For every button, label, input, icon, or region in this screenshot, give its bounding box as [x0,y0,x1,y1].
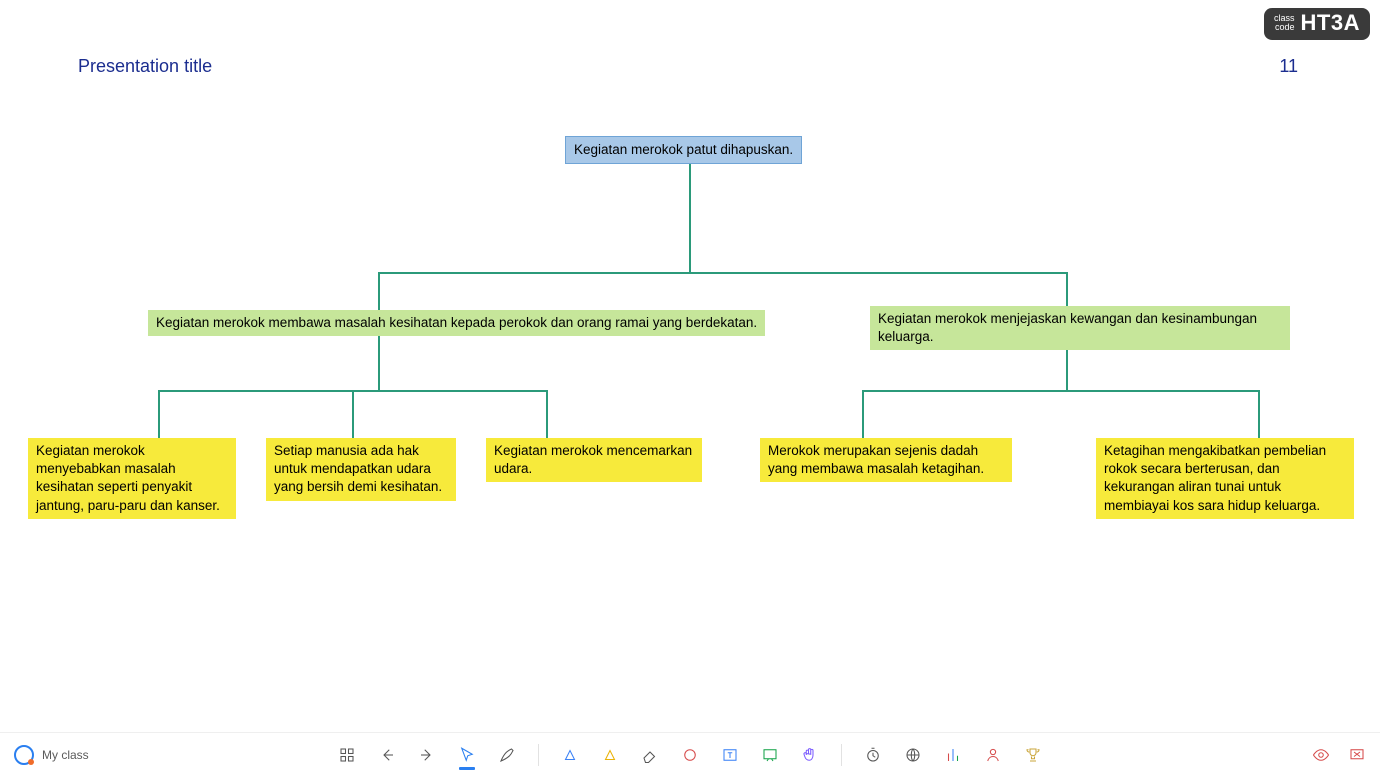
arrow-right-icon[interactable] [418,746,436,764]
separator [538,744,539,766]
node-leaf-2-1[interactable]: Merokok merupakan sejenis dadah yang mem… [760,438,1012,482]
highlighter-yellow-icon[interactable] [601,746,619,764]
connector [378,272,380,310]
separator [841,744,842,766]
connector [862,390,864,438]
node-leaf-2-2[interactable]: Ketagihan mengakibatkan pembelian rokok … [1096,438,1354,519]
canvas: Presentation title 11 class code HT3A Ke… [0,0,1380,776]
highlighter-blue-icon[interactable] [561,746,579,764]
class-code-badge[interactable]: class code HT3A [1264,8,1370,40]
connector [1258,390,1260,438]
text-box-icon[interactable] [721,746,739,764]
grid-icon[interactable] [338,746,356,764]
toolbar-center [338,744,1042,766]
class-code-value: HT3A [1301,12,1360,34]
timer-icon[interactable] [864,746,882,764]
globe-icon[interactable] [904,746,922,764]
shape-circle-icon[interactable] [681,746,699,764]
user-icon[interactable] [984,746,1002,764]
node-branch-2[interactable]: Kegiatan merokok menjejaskan kewangan da… [870,306,1290,350]
connector [158,390,160,438]
trophy-icon[interactable] [1024,746,1042,764]
node-leaf-1-1[interactable]: Kegiatan merokok menyebabkan masalah kes… [28,438,236,519]
class-code-label: class code [1274,14,1295,33]
eraser-icon[interactable] [641,746,659,764]
end-presentation-icon[interactable] [1348,746,1366,764]
presentation-title: Presentation title [78,56,212,77]
node-leaf-1-2[interactable]: Setiap manusia ada hak untuk mendapatkan… [266,438,456,501]
toolbar-right [1312,746,1366,764]
page-number: 11 [1279,56,1298,77]
pointer-icon[interactable] [458,746,476,764]
brand-logo-icon [14,745,34,765]
bottom-toolbar: My class [0,732,1380,776]
poll-icon[interactable] [944,746,962,764]
connector [352,390,354,438]
connector [1066,272,1068,310]
node-root[interactable]: Kegiatan merokok patut dihapuskan. [565,136,802,164]
brand[interactable]: My class [14,745,89,765]
connector [689,160,691,272]
hand-icon[interactable] [801,746,819,764]
brand-label: My class [42,748,89,762]
connector [546,390,548,438]
whiteboard-icon[interactable] [761,746,779,764]
node-branch-1[interactable]: Kegiatan merokok membawa masalah kesihat… [148,310,765,336]
eye-icon[interactable] [1312,746,1330,764]
connector [862,390,1260,392]
node-leaf-1-3[interactable]: Kegiatan merokok mencemarkan udara. [486,438,702,482]
connector [378,272,1068,274]
arrow-left-icon[interactable] [378,746,396,764]
pen-icon[interactable] [498,746,516,764]
connector [378,332,380,390]
